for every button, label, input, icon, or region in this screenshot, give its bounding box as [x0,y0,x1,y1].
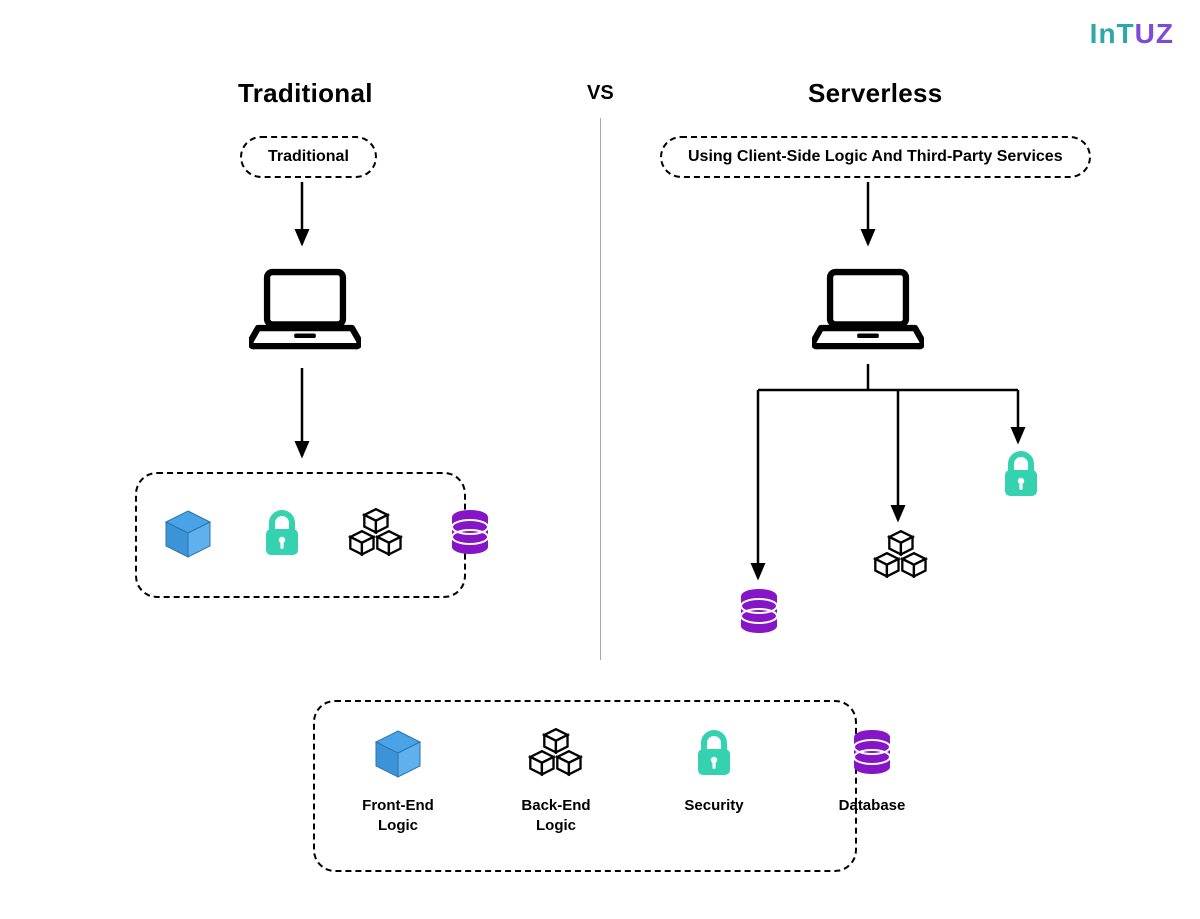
database-icon [844,726,900,782]
legend-row: Front-End Logic Back-End Logic Security … [350,726,920,837]
brand-part2: UZ [1135,18,1174,49]
pill-traditional: Traditional [240,136,377,178]
database-icon [442,506,498,562]
heading-serverless: Serverless [808,78,943,109]
lock-icon [686,726,742,782]
legend-item-backend: Back-End Logic [508,726,604,837]
laptop-icon [812,262,924,358]
lock-icon [997,450,1045,505]
brand-part1: InT [1090,18,1135,49]
legend-label: Back-End Logic [508,796,604,837]
legend-label: Database [839,796,906,816]
cubes-icon [348,506,404,562]
arrow-icon [298,182,306,257]
heading-traditional: Traditional [238,78,373,109]
legend-item-frontend: Front-End Logic [350,726,446,837]
legend-item-database: Database [824,726,920,837]
cubes-icon [873,530,929,587]
database-icon [735,588,783,643]
cube-icon [370,726,426,782]
arrow-icon [298,368,306,469]
lock-icon [254,506,310,562]
heading-vs: VS [587,82,614,105]
arrow-icon [864,182,872,257]
cubes-icon [528,726,584,782]
traditional-icon-row [160,506,498,562]
brand-logo: InTUZ [1090,18,1174,50]
legend-label: Security [684,796,743,816]
legend-label: Front-End Logic [350,796,446,837]
divider-line [600,118,601,660]
laptop-icon [249,262,361,358]
cube-icon [160,506,216,562]
legend-item-security: Security [666,726,762,837]
pill-serverless: Using Client-Side Logic And Third-Party … [660,136,1091,178]
